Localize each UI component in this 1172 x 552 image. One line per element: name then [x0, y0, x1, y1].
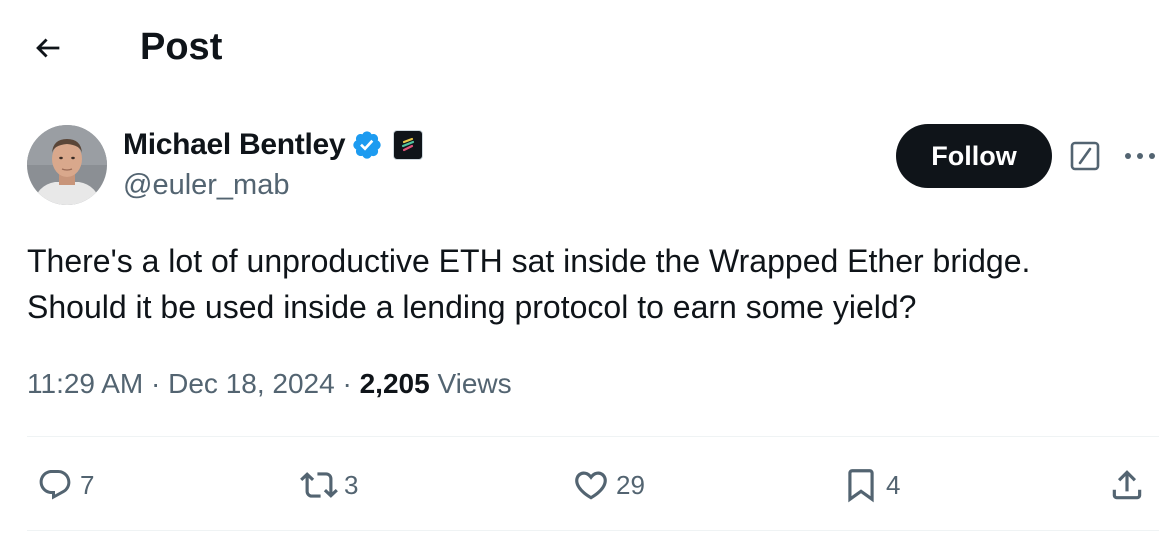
like-icon — [570, 464, 612, 506]
tweet-text-line: Should it be used inside a lending proto… — [27, 289, 917, 325]
repost-count: 3 — [344, 469, 359, 500]
repost-icon — [298, 464, 340, 506]
grok-button[interactable] — [1066, 137, 1104, 175]
more-icon — [1125, 153, 1155, 159]
more-button[interactable] — [1120, 137, 1160, 175]
grok-icon — [1070, 141, 1100, 171]
reply-button[interactable]: 7 — [34, 462, 94, 508]
back-arrow-icon — [36, 38, 60, 58]
page-title: Post — [140, 26, 223, 68]
affiliate-badge-icon[interactable] — [393, 130, 424, 160]
reply-count: 7 — [80, 469, 95, 500]
tweet-time[interactable]: 11:29 AM — [27, 368, 143, 399]
back-button[interactable] — [26, 26, 70, 70]
share-button[interactable] — [1106, 462, 1148, 508]
avatar[interactable] — [27, 125, 107, 205]
divider — [27, 436, 1159, 437]
verified-badge-icon — [353, 131, 381, 159]
share-icon — [1106, 464, 1148, 506]
like-count: 29 — [616, 469, 645, 500]
meta-separator: · — [151, 368, 161, 399]
reply-icon — [34, 464, 76, 506]
author-handle[interactable]: @euler_mab — [123, 166, 289, 204]
views-label: Views — [437, 368, 512, 399]
meta-separator: · — [342, 368, 352, 399]
follow-button[interactable]: Follow — [896, 124, 1052, 188]
tweet-text-line: There's a lot of unproductive ETH sat in… — [27, 243, 1031, 279]
repost-button[interactable]: 3 — [298, 462, 358, 508]
like-button[interactable]: 29 — [570, 462, 645, 508]
author-name-row: Michael Bentley — [123, 124, 424, 166]
author-name[interactable]: Michael Bentley — [123, 124, 346, 166]
bookmark-icon — [840, 464, 882, 506]
tweet-text: There's a lot of unproductive ETH sat in… — [27, 238, 1147, 330]
tweet-date[interactable]: Dec 18, 2024 — [168, 368, 335, 399]
bookmark-button[interactable]: 4 — [840, 462, 900, 508]
divider — [27, 530, 1159, 531]
bookmark-count: 4 — [886, 469, 901, 500]
tweet-meta: 11:29 AM · Dec 18, 2024 · 2,205 Views — [27, 364, 512, 404]
views-count: 2,205 — [359, 368, 430, 399]
